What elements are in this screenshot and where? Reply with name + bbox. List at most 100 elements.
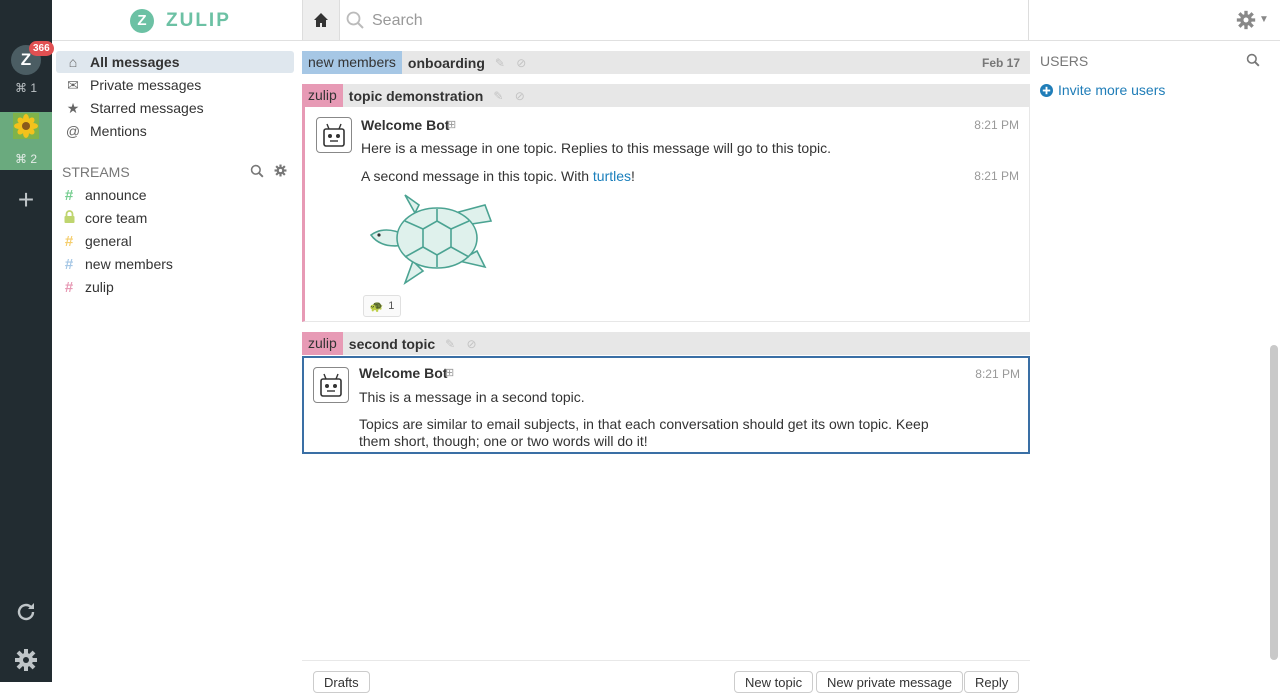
home-button[interactable] <box>302 0 340 40</box>
stream-name: new members <box>85 256 173 272</box>
turtle-icon: 🐢 <box>369 300 384 313</box>
nav-all-messages[interactable]: ⌂ All messages <box>56 51 294 73</box>
drafts-button[interactable]: Drafts <box>313 671 370 693</box>
message-time[interactable]: 8:21 PM <box>974 169 1019 183</box>
message-content: Here is a message in one topic. Replies … <box>361 140 832 156</box>
message-link[interactable]: turtles <box>593 168 631 184</box>
message-content: This is a message in a second topic. <box>359 389 585 405</box>
zulip-logo-icon: Z <box>130 9 154 33</box>
recipient-topic[interactable]: onboarding <box>408 55 485 71</box>
recipient-bar[interactable]: zulip second topic ✎ ⊘ <box>302 332 1030 355</box>
message-sender[interactable]: Welcome Bot <box>361 117 449 133</box>
topic-edit-mute-icons[interactable]: ✎ ⊘ <box>493 89 528 103</box>
recipient-stream[interactable]: new members <box>302 51 402 74</box>
emoji-reaction[interactable]: 🐢 1 <box>363 295 401 317</box>
nav-label: Mentions <box>90 123 147 139</box>
gear-icon <box>1236 10 1256 30</box>
stream-hash-icon: # <box>64 255 74 273</box>
new-topic-button[interactable]: New topic <box>734 671 814 693</box>
top-navbar: Z ZULIP ▼ <box>52 0 1280 41</box>
nav-mentions[interactable]: @ Mentions <box>56 120 294 142</box>
message-time[interactable]: 8:21 PM <box>974 118 1019 132</box>
settings-gear-icon[interactable] <box>14 648 38 672</box>
bot-icon: ⊞ <box>447 119 457 131</box>
streams-tools <box>250 164 287 178</box>
message-group: Welcome Bot ⊞ 8:21 PM Here is a message … <box>302 107 1030 322</box>
nav-label: Private messages <box>90 77 202 93</box>
recipient-topic[interactable]: topic demonstration <box>349 88 484 104</box>
envelope-icon: ✉ <box>67 76 79 93</box>
message-content: A second message in this topic. With tur… <box>361 168 635 185</box>
chevron-down-icon: ▼ <box>1259 14 1269 25</box>
stream-item-core-team[interactable]: core team <box>56 207 294 229</box>
recipient-stream[interactable]: zulip <box>302 84 343 107</box>
users-header: USERS <box>1040 53 1089 69</box>
streams-header[interactable]: STREAMS <box>62 164 130 180</box>
message-line: them short, though; one or two words wil… <box>359 433 648 449</box>
message-text: A second message in this topic. With <box>361 168 593 184</box>
server-rail: Z 366 ⌘ 1 ⌘ 2 + <box>0 0 54 682</box>
search-input[interactable] <box>370 10 1014 32</box>
nav-starred-messages[interactable]: ★ Starred messages <box>56 97 294 119</box>
message-text: ! <box>631 168 635 184</box>
search-icon <box>346 11 364 29</box>
new-private-message-button[interactable]: New private message <box>816 671 963 693</box>
stream-name: announce <box>85 187 147 203</box>
brand-logo[interactable]: Z ZULIP <box>130 8 231 34</box>
stream-item-new-members[interactable]: # new members <box>56 253 294 275</box>
user-search-icon[interactable] <box>1246 53 1260 67</box>
bot-icon: ⊞ <box>445 367 455 379</box>
home-icon: ⌂ <box>68 54 78 70</box>
unread-badge: 366 <box>29 41 54 56</box>
avatar[interactable] <box>313 367 349 403</box>
stream-item-general[interactable]: # general <box>56 230 294 252</box>
server-flower[interactable]: ⌘ 2 <box>0 112 52 170</box>
left-sidebar: ⌂ All messages ✉ Private messages ★ Star… <box>52 41 298 682</box>
reaction-count: 1 <box>388 300 395 312</box>
compose-bar: Drafts New topic New private message Rep… <box>302 660 1030 693</box>
stream-name: zulip <box>85 279 114 295</box>
reload-icon[interactable] <box>14 600 38 624</box>
star-icon: ★ <box>66 99 80 116</box>
search-bar[interactable] <box>340 0 1029 40</box>
server-shortcut-1: ⌘ 1 <box>14 81 37 95</box>
sunflower-icon[interactable] <box>13 113 39 139</box>
stream-item-zulip[interactable]: # zulip <box>56 276 294 298</box>
stream-settings-gear-icon[interactable] <box>274 164 287 177</box>
topic-edit-mute-icons[interactable]: ✎ ⊘ <box>495 56 530 70</box>
server-shortcut-2: ⌘ 2 <box>14 152 37 166</box>
topic-edit-mute-icons[interactable]: ✎ ⊘ <box>445 337 480 351</box>
message-sender[interactable]: Welcome Bot <box>359 365 447 381</box>
avatar[interactable] <box>316 117 352 153</box>
recipient-bar[interactable]: new members onboarding ✎ ⊘ Feb 17 <box>302 51 1030 74</box>
message-time[interactable]: 8:21 PM <box>975 367 1020 381</box>
recipient-stream[interactable]: zulip <box>302 332 343 355</box>
recipient-topic[interactable]: second topic <box>349 336 435 352</box>
plus-circle-icon <box>1040 83 1053 97</box>
stream-search-icon[interactable] <box>250 164 264 178</box>
turtle-image[interactable] <box>367 191 497 287</box>
recipient-bar[interactable]: zulip topic demonstration ✎ ⊘ <box>302 84 1030 107</box>
invite-users-link[interactable]: Invite more users <box>1040 82 1165 98</box>
stream-name: core team <box>85 210 148 226</box>
selected-message[interactable]: Welcome Bot ⊞ 8:21 PM This is a message … <box>302 356 1030 454</box>
home-icon <box>314 13 328 27</box>
server-zulip[interactable]: Z 366 ⌘ 1 <box>0 0 54 112</box>
reply-button[interactable]: Reply <box>964 671 1020 693</box>
add-server-button[interactable]: + <box>14 186 38 214</box>
invite-label: Invite more users <box>1058 82 1166 98</box>
settings-menu-button[interactable]: ▼ <box>1236 10 1276 32</box>
nav-label: All messages <box>90 54 180 70</box>
lock-icon <box>62 209 76 227</box>
right-sidebar: USERS Invite more users <box>1030 41 1280 682</box>
stream-hash-icon: # <box>64 232 74 250</box>
stream-name: general <box>85 233 132 249</box>
at-icon: @ <box>65 123 81 139</box>
message-content: Topics are similar to email subjects, in… <box>359 416 929 450</box>
nav-label: Starred messages <box>90 100 204 116</box>
stream-hash-icon: # <box>64 278 74 296</box>
stream-hash-icon: # <box>64 186 74 204</box>
stream-item-announce[interactable]: # announce <box>56 184 294 206</box>
scrollbar[interactable] <box>1270 345 1278 660</box>
nav-private-messages[interactable]: ✉ Private messages <box>56 74 294 96</box>
